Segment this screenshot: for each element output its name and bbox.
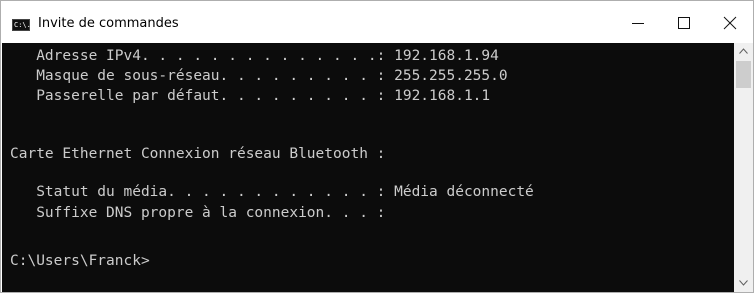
console-line: Suffixe DNS propre à la connexion. . . : — [10, 205, 386, 221]
cmd-icon: C:\. — [12, 19, 31, 31]
maximize-icon — [678, 17, 690, 29]
window-title: Invite de commandes — [38, 16, 179, 31]
console-line: Adresse IPv4. . . . . . . . . . . . . .:… — [10, 48, 499, 64]
close-button[interactable] — [707, 1, 753, 42]
vertical-scrollbar[interactable] — [734, 43, 753, 292]
console-line: Carte Ethernet Connexion réseau Bluetoot… — [10, 146, 386, 162]
minimize-button[interactable] — [615, 1, 661, 42]
maximize-button[interactable] — [661, 1, 707, 42]
chevron-up-icon — [739, 48, 748, 54]
command-prompt[interactable]: C:\Users\Franck> — [10, 252, 150, 270]
minimize-icon — [632, 23, 644, 24]
console-line: Masque de sous-réseau. . . . . . . . . :… — [10, 68, 508, 84]
chevron-down-icon — [739, 280, 748, 286]
scroll-down-button[interactable] — [734, 275, 753, 292]
console-output[interactable]: Adresse IPv4. . . . . . . . . . . . . .:… — [2, 43, 734, 292]
close-icon — [723, 16, 737, 30]
scrollbar-thumb[interactable] — [736, 61, 751, 88]
console-line: Statut du média. . . . . . . . . . . . :… — [10, 184, 534, 200]
console-line: Passerelle par défaut. . . . . . . . . :… — [10, 88, 491, 104]
scroll-up-button[interactable] — [734, 43, 753, 60]
title-bar[interactable]: C:\. Invite de commandes — [1, 1, 753, 42]
command-prompt-window: C:\. Invite de commandes Adresse IPv4. .… — [0, 0, 754, 293]
